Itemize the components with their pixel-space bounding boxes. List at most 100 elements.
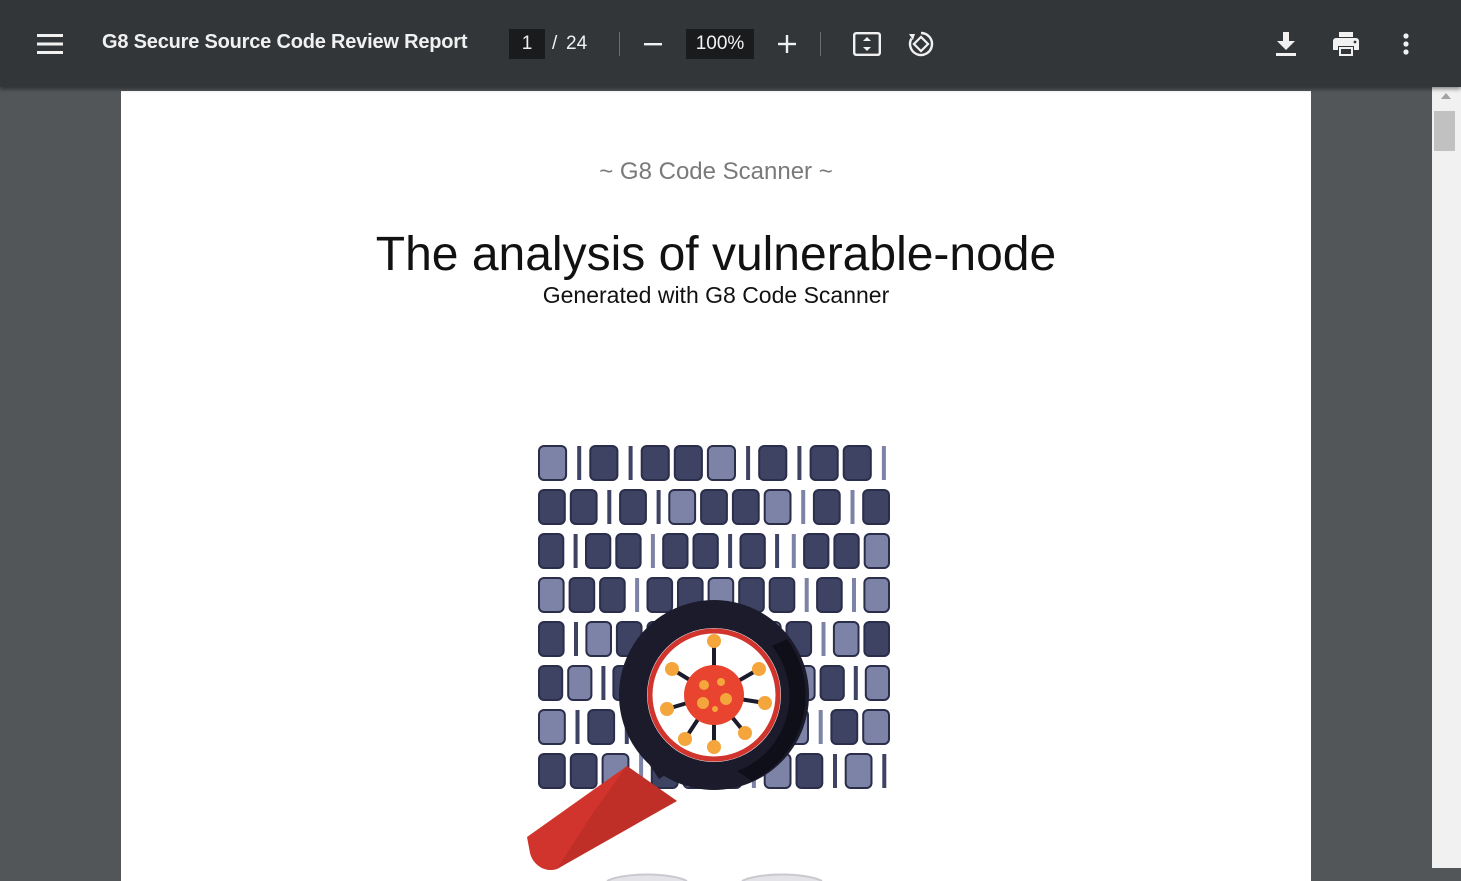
binary-digit bbox=[833, 754, 837, 788]
binary-digit bbox=[646, 577, 674, 613]
binary-digit bbox=[862, 489, 891, 525]
binary-digit bbox=[577, 446, 582, 480]
pdf-page: ~ G8 Code Scanner ~ The analysis of vuln… bbox=[121, 91, 1311, 881]
download-button[interactable] bbox=[1264, 22, 1308, 66]
binary-digit bbox=[569, 489, 598, 525]
toolbar-divider bbox=[820, 32, 821, 56]
fit-to-page-button[interactable] bbox=[846, 22, 888, 66]
binary-digit bbox=[763, 489, 792, 525]
zoom-in-button[interactable] bbox=[768, 24, 806, 64]
menu-button[interactable] bbox=[26, 22, 74, 66]
binary-digit bbox=[844, 753, 873, 789]
scroll-up-arrow-icon[interactable] bbox=[1441, 93, 1451, 99]
binary-digit bbox=[809, 445, 839, 481]
binary-digit bbox=[832, 621, 860, 657]
binary-digit bbox=[804, 578, 809, 612]
binary-digit bbox=[768, 577, 796, 613]
binary-digit bbox=[673, 445, 703, 481]
minus-icon bbox=[644, 43, 662, 46]
binary-digit bbox=[573, 534, 578, 568]
fit-page-icon bbox=[853, 32, 881, 56]
binary-digit bbox=[818, 710, 823, 744]
scanner-banner: ~ G8 Code Scanner ~ bbox=[599, 158, 833, 185]
binary-digit bbox=[656, 490, 661, 524]
rotate-icon bbox=[908, 31, 934, 57]
binary-digit bbox=[640, 445, 670, 481]
binary-digit bbox=[833, 533, 860, 569]
binary-digit bbox=[599, 577, 626, 613]
binary-digit bbox=[700, 489, 728, 525]
binary-digit bbox=[882, 754, 887, 788]
binary-digit bbox=[758, 445, 788, 481]
menu-icon bbox=[37, 34, 63, 54]
print-icon bbox=[1333, 32, 1359, 56]
binary-digit bbox=[607, 490, 612, 524]
binary-digit bbox=[863, 621, 890, 657]
binary-digit bbox=[803, 533, 830, 569]
binary-digit bbox=[864, 665, 890, 701]
binary-digit bbox=[863, 533, 891, 569]
toolbar-divider bbox=[619, 32, 620, 56]
binary-digit bbox=[816, 577, 843, 613]
binary-digit bbox=[739, 533, 766, 569]
binary-digit bbox=[801, 490, 806, 524]
binary-digit bbox=[538, 665, 564, 701]
page-total: 24 bbox=[566, 33, 588, 54]
binary-digit bbox=[821, 622, 826, 656]
binary-digit bbox=[812, 489, 841, 525]
binary-digit bbox=[692, 533, 719, 569]
binary-digit bbox=[585, 533, 612, 569]
print-button[interactable] bbox=[1324, 22, 1368, 66]
binary-digit bbox=[662, 533, 689, 569]
binary-digit bbox=[585, 621, 613, 657]
binary-digit bbox=[538, 533, 565, 569]
binary-digit bbox=[587, 709, 616, 745]
pdf-toolbar: G8 Secure Source Code Review Report / 24 bbox=[0, 0, 1461, 87]
binary-digit bbox=[615, 533, 642, 569]
binary-digit bbox=[728, 534, 733, 568]
zoom-level-input[interactable] bbox=[686, 29, 754, 59]
binary-digit bbox=[569, 753, 598, 789]
code-scan-illustration bbox=[527, 445, 891, 881]
binary-digit bbox=[538, 577, 565, 613]
rotate-button[interactable] bbox=[900, 22, 942, 66]
binary-digit bbox=[575, 710, 580, 744]
stand-base-icon bbox=[606, 873, 823, 881]
binary-digit bbox=[538, 709, 566, 745]
more-actions-button[interactable] bbox=[1386, 22, 1426, 66]
generated-with-line: Generated with G8 Code Scanner bbox=[542, 282, 890, 308]
binary-digit bbox=[628, 446, 633, 480]
scroll-thumb[interactable] bbox=[1434, 111, 1455, 151]
binary-digit bbox=[619, 489, 647, 525]
document-title: G8 Secure Source Code Review Report bbox=[102, 31, 468, 53]
binary-digit bbox=[538, 445, 568, 481]
binary-digit bbox=[842, 445, 872, 481]
binary-digit bbox=[650, 534, 655, 568]
binary-digit bbox=[568, 577, 596, 613]
binary-digit bbox=[850, 490, 855, 524]
binary-digit bbox=[746, 446, 751, 480]
plus-icon bbox=[778, 35, 796, 53]
binary-digit bbox=[830, 709, 859, 745]
binary-digit bbox=[797, 446, 802, 480]
binary-digit bbox=[852, 578, 856, 612]
binary-digit bbox=[862, 709, 891, 745]
binary-digit bbox=[775, 534, 780, 568]
binary-digit bbox=[731, 489, 760, 525]
binary-digit bbox=[853, 666, 858, 700]
download-icon bbox=[1276, 32, 1296, 56]
binary-digit bbox=[601, 666, 606, 700]
binary-digit bbox=[538, 621, 565, 657]
binary-digit bbox=[795, 753, 824, 789]
vertical-scrollbar[interactable] bbox=[1432, 87, 1461, 868]
binary-digit bbox=[706, 445, 736, 481]
zoom-out-button[interactable] bbox=[634, 24, 672, 64]
more-vert-icon bbox=[1403, 33, 1409, 55]
binary-digit bbox=[863, 577, 890, 613]
binary-digit bbox=[791, 534, 796, 568]
page-number-input[interactable] bbox=[509, 29, 545, 59]
binary-digit bbox=[881, 446, 886, 480]
binary-digit bbox=[538, 753, 566, 789]
binary-digit bbox=[819, 665, 845, 701]
binary-digit bbox=[574, 622, 578, 656]
